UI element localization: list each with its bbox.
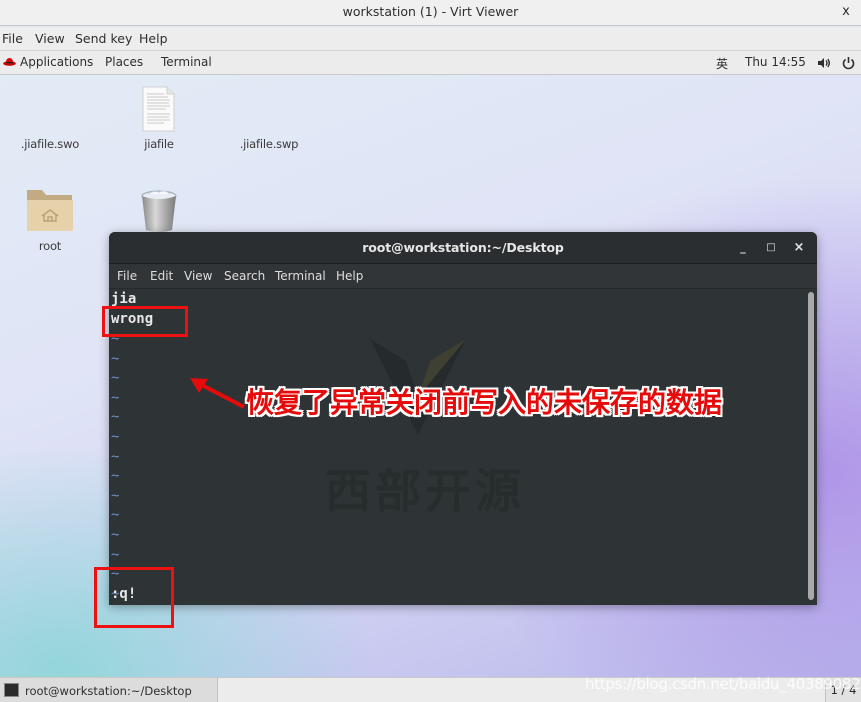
viewer-menu-file[interactable]: File xyxy=(2,31,23,46)
input-method-indicator[interactable]: 英 xyxy=(716,55,728,72)
desktop-icon-label: root xyxy=(38,239,62,253)
desktop-icon-label: .jiafile.swp xyxy=(239,137,299,151)
viewer-titlebar: workstation (1) - Virt Viewer x xyxy=(0,0,861,26)
terminal-app-menu[interactable]: Terminal xyxy=(161,55,212,69)
desktop-icon-root[interactable]: root xyxy=(5,239,95,253)
terminal-menu-file[interactable]: File xyxy=(117,269,137,283)
gnome-top-bar: Applications Places Terminal 英 Thu 14:55 xyxy=(0,51,861,75)
desktop-icon-jiafile-swp[interactable]: .jiafile.swp xyxy=(224,137,314,151)
desktop-icon-jiafile[interactable]: jiafile xyxy=(114,137,204,151)
terminal-menu-help[interactable]: Help xyxy=(336,269,363,283)
taskbar-item-label: root@workstation:~/Desktop xyxy=(25,684,192,698)
redhat-logo-icon xyxy=(3,58,16,66)
vim-empty-line-tilde: ~ xyxy=(111,370,120,387)
vim-empty-line-tilde: ~ xyxy=(111,507,120,524)
vim-empty-line-tilde: ~ xyxy=(111,350,120,367)
desktop-icon-label: jiafile xyxy=(144,137,174,151)
home-folder-icon xyxy=(27,190,73,231)
viewer-menu-view[interactable]: View xyxy=(35,31,65,46)
vim-empty-line-tilde: ~ xyxy=(111,429,120,445)
terminal-minimize-button[interactable]: _ xyxy=(735,240,751,256)
terminal-menubar: File Edit View Search Terminal Help xyxy=(109,265,817,289)
url-watermark: https://blog.csdn.net/baidu_40389082 xyxy=(585,675,861,693)
terminal-scrollbar[interactable] xyxy=(808,292,814,600)
viewer-menu-send-key[interactable]: Send key xyxy=(75,31,132,46)
guest-desktop: Applications Places Terminal 英 Thu 14:55… xyxy=(0,51,861,702)
vim-empty-line-tilde: ~ xyxy=(111,448,120,465)
power-icon[interactable] xyxy=(842,56,855,70)
desktop-icon-jiafile-swo[interactable]: .jiafile.swo xyxy=(5,137,95,151)
vim-empty-line-tilde: ~ xyxy=(111,546,120,563)
terminal-icon xyxy=(4,683,19,697)
vim-empty-line-tilde: ~ xyxy=(111,487,120,504)
viewer-menubar: File View Send key Help xyxy=(0,27,861,51)
text-document-icon xyxy=(142,86,175,132)
terminal-menu-edit[interactable]: Edit xyxy=(150,269,173,283)
vim-empty-line-tilde: ~ xyxy=(111,527,120,543)
terminal-menu-terminal[interactable]: Terminal xyxy=(275,269,326,283)
vim-empty-line-tilde: ~ xyxy=(111,409,120,426)
clock[interactable]: Thu 14:55 xyxy=(745,55,806,69)
terminal-title: root@workstation:~/Desktop xyxy=(362,240,564,255)
window-title: workstation (1) - Virt Viewer xyxy=(342,4,519,19)
trash-icon[interactable] xyxy=(140,190,178,232)
places-menu[interactable]: Places xyxy=(105,55,143,69)
highlight-box-wrong xyxy=(102,306,188,337)
applications-menu[interactable]: Applications xyxy=(20,55,93,69)
taskbar-item-terminal[interactable]: root@workstation:~/Desktop xyxy=(0,678,218,702)
volume-icon[interactable] xyxy=(817,57,831,69)
window-close-button[interactable]: x xyxy=(837,3,855,21)
annotation-arrow-icon xyxy=(190,378,245,409)
terminal-close-button[interactable]: × xyxy=(791,240,807,256)
vim-empty-line-tilde: ~ xyxy=(111,468,120,485)
annotation-text: 恢复了异常关闭前写入的未保存的数据 xyxy=(246,386,723,419)
terminal-menu-view[interactable]: View xyxy=(184,269,212,283)
vim-empty-line-tilde: ~ xyxy=(111,389,120,406)
terminal-menu-search[interactable]: Search xyxy=(224,269,265,283)
watermark-text: 西部开源 xyxy=(325,464,525,518)
viewer-menu-help[interactable]: Help xyxy=(139,31,168,46)
desktop-icon-label: .jiafile.swo xyxy=(20,137,80,151)
terminal-titlebar[interactable]: root@workstation:~/Desktop _ □ × xyxy=(109,232,817,264)
terminal-maximize-button[interactable]: □ xyxy=(763,240,779,256)
highlight-box-command xyxy=(94,567,174,628)
